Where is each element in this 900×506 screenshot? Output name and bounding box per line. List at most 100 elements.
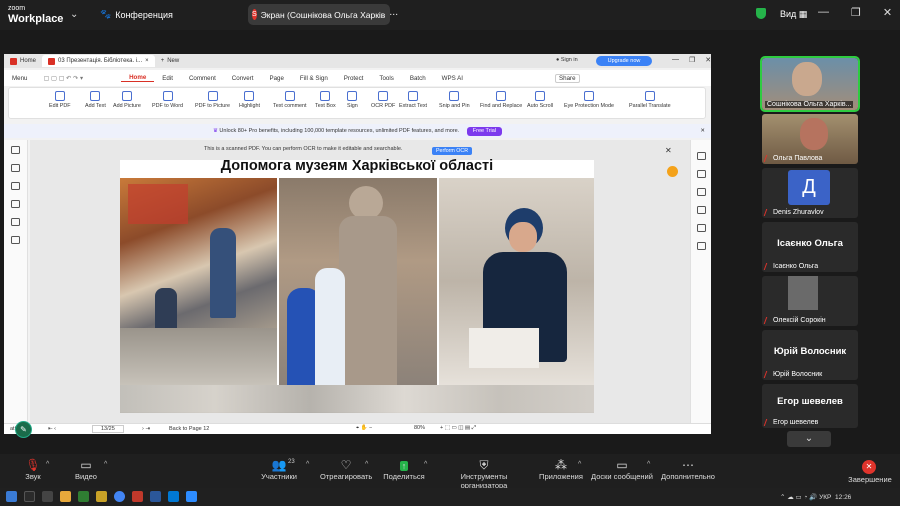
search-icon[interactable] [24, 491, 35, 502]
minimize-icon[interactable]: — [672, 56, 679, 64]
nav-arrows-forward[interactable]: › ⇥ [142, 426, 150, 432]
new-tab-button[interactable]: + New [155, 55, 186, 67]
close-icon[interactable]: ✕ [883, 6, 892, 19]
edit-pencil-button[interactable] [667, 166, 678, 177]
tab-home[interactable]: Home [4, 55, 42, 67]
word-icon[interactable] [150, 491, 161, 502]
task-view-icon[interactable] [42, 491, 53, 502]
signin-link[interactable]: ● Sign in [556, 57, 578, 63]
menu-item-home[interactable]: Home [121, 74, 155, 82]
participant-tile[interactable]: Ісаєнко Ольга Ісаєнко Ольга [762, 222, 858, 272]
print-icon[interactable] [697, 242, 706, 250]
menu-item-edit[interactable]: Edit [154, 75, 181, 82]
tool-highlight[interactable]: Highlight [239, 91, 260, 109]
menu-item-tools[interactable]: Tools [371, 75, 401, 82]
back-to-page-link[interactable]: Back to Page 12 [169, 426, 209, 432]
chrome-icon[interactable] [114, 491, 125, 502]
bookmark-icon[interactable] [11, 146, 20, 154]
tool-text-box[interactable]: Text Box [315, 91, 336, 109]
conference-button[interactable]: 🐾 Конференция [100, 9, 173, 20]
fit-tools[interactable]: + ⬚ ▭ ◫ ▤ ⤢ [440, 425, 476, 432]
close-tab-icon[interactable]: × [145, 58, 149, 64]
edit-icon[interactable] [697, 188, 706, 196]
chevron-up-icon[interactable]: ^ [424, 461, 427, 468]
tool-ocr-pdf[interactable]: OCR PDF [371, 91, 395, 109]
system-tray[interactable]: ⌃ ☁ ▭ ◔ 🔊 УКР 12:26 [780, 493, 851, 501]
translate-icon[interactable] [697, 206, 706, 214]
menu-item-batch[interactable]: Batch [402, 75, 434, 82]
tool-snip-pin[interactable]: Snip and Pin [439, 91, 470, 109]
windows-start-icon[interactable] [6, 491, 17, 502]
chevron-up-icon[interactable]: ^ [578, 461, 581, 468]
chevron-up-icon[interactable]: ^ [46, 461, 49, 468]
participant-tile[interactable]: Егор шевелев Егор шевелев [762, 384, 858, 428]
end-meeting-icon[interactable]: ✕ [862, 460, 876, 474]
tool-parallel-translate[interactable]: Parallel Translate [629, 91, 671, 109]
menu-item-page[interactable]: Page [261, 75, 291, 82]
thumbnail-icon[interactable] [11, 164, 20, 172]
layers-icon[interactable] [11, 236, 20, 244]
participant-tile[interactable]: Ольга Павлова [762, 114, 858, 164]
chevron-up-icon[interactable]: ^ [306, 461, 309, 468]
free-trial-button[interactable]: Free Trial [466, 127, 503, 136]
properties-icon[interactable] [697, 152, 706, 160]
restore-icon[interactable]: ❐ [689, 56, 695, 64]
close-banner-icon[interactable]: ✕ [700, 124, 705, 138]
signature-icon[interactable] [11, 218, 20, 226]
more-button[interactable]: ⋯ Дополнительно [660, 459, 716, 482]
chevron-up-icon[interactable]: ^ [104, 461, 107, 468]
participant-tile[interactable]: Д Denis Zhuravlov [762, 168, 858, 218]
apps-button[interactable]: ⁂ Приложения ^ [538, 459, 584, 482]
participant-tile[interactable]: Юрій Волосник Юрій Волосник [762, 330, 858, 380]
react-button[interactable]: ♡ Отреагировать ^ [320, 459, 372, 482]
view-tools[interactable]: ⌖ ✋ − [356, 425, 372, 432]
tool-edit-pdf[interactable]: Edit PDF [49, 91, 71, 109]
tool-add-text[interactable]: Add Text [85, 91, 106, 109]
close-notice-icon[interactable]: ✕ [665, 146, 672, 155]
menu-item-protect[interactable]: Protect [336, 75, 372, 82]
menu-item-convert[interactable]: Convert [224, 75, 262, 82]
zoom-taskbar-icon[interactable] [186, 491, 197, 502]
tool-sign[interactable]: Sign [347, 91, 358, 109]
folder-icon[interactable] [96, 491, 107, 502]
file-explorer-icon[interactable] [60, 491, 71, 502]
tool-auto-scroll[interactable]: Auto Scroll [527, 91, 553, 109]
clock[interactable]: 12:26 [835, 494, 851, 501]
close-icon[interactable]: ✕ [705, 56, 711, 64]
keyboard-language[interactable]: УКР [819, 494, 831, 501]
tool-eye-protection[interactable]: Eye Protection Mode [564, 91, 614, 109]
page-number-field[interactable]: 13/25 [92, 425, 124, 433]
participant-tile[interactable]: Олексій Сорокін [762, 276, 858, 326]
more-options-icon[interactable]: ⋯ [389, 9, 398, 20]
menu-item-wps-ai[interactable]: WPS AI [434, 75, 471, 82]
participants-button[interactable]: 👥 Участники 23 ^ [258, 459, 309, 482]
menu-item-menu[interactable]: Menu [4, 75, 35, 82]
tool-pdf-to-word[interactable]: PDF to Word [152, 91, 183, 109]
edge-icon[interactable] [168, 491, 179, 502]
tray-icons[interactable]: ⌃ ☁ ▭ ◔ 🔊 [780, 494, 819, 501]
settings-icon[interactable] [697, 170, 706, 178]
annotate-pencil-button[interactable]: ✎ [15, 421, 32, 438]
excel-icon[interactable] [78, 491, 89, 502]
tab-document[interactable]: 03 Презентація. Бібліотека. i... × [42, 55, 155, 67]
participant-tile[interactable]: Сошнікова Ольга Харків... [760, 56, 860, 112]
encryption-shield-icon[interactable] [756, 8, 766, 19]
upgrade-button[interactable]: Upgrade now [596, 56, 652, 66]
host-tools-button[interactable]: ⛨ Инструменты организатора [437, 459, 531, 491]
tool-extract-text[interactable]: Extract Text [399, 91, 427, 109]
chevron-up-icon[interactable]: ^ [365, 461, 368, 468]
minimize-icon[interactable]: — [818, 6, 829, 19]
end-meeting-button[interactable]: Завершение [848, 475, 892, 484]
nav-arrows[interactable]: ⇤ ‹ [48, 426, 56, 432]
sound-button[interactable]: 🎙 Звук ^ [18, 459, 49, 482]
zoom-level[interactable]: 80% [414, 425, 425, 431]
quick-access-icons[interactable]: ▢ ▢ ▢ ↶ ↷ ▾ [35, 75, 91, 82]
chevron-up-icon[interactable]: ^ [647, 461, 650, 468]
restore-icon[interactable]: ❐ [851, 6, 861, 19]
share-icon[interactable] [697, 224, 706, 232]
attachment-icon[interactable] [11, 200, 20, 208]
tool-find-replace[interactable]: Find and Replace [480, 91, 522, 109]
tool-text-comment[interactable]: Text comment [273, 91, 307, 109]
share-button[interactable]: Share [555, 73, 580, 83]
video-button[interactable]: ▭ Видео ^ [72, 459, 107, 482]
